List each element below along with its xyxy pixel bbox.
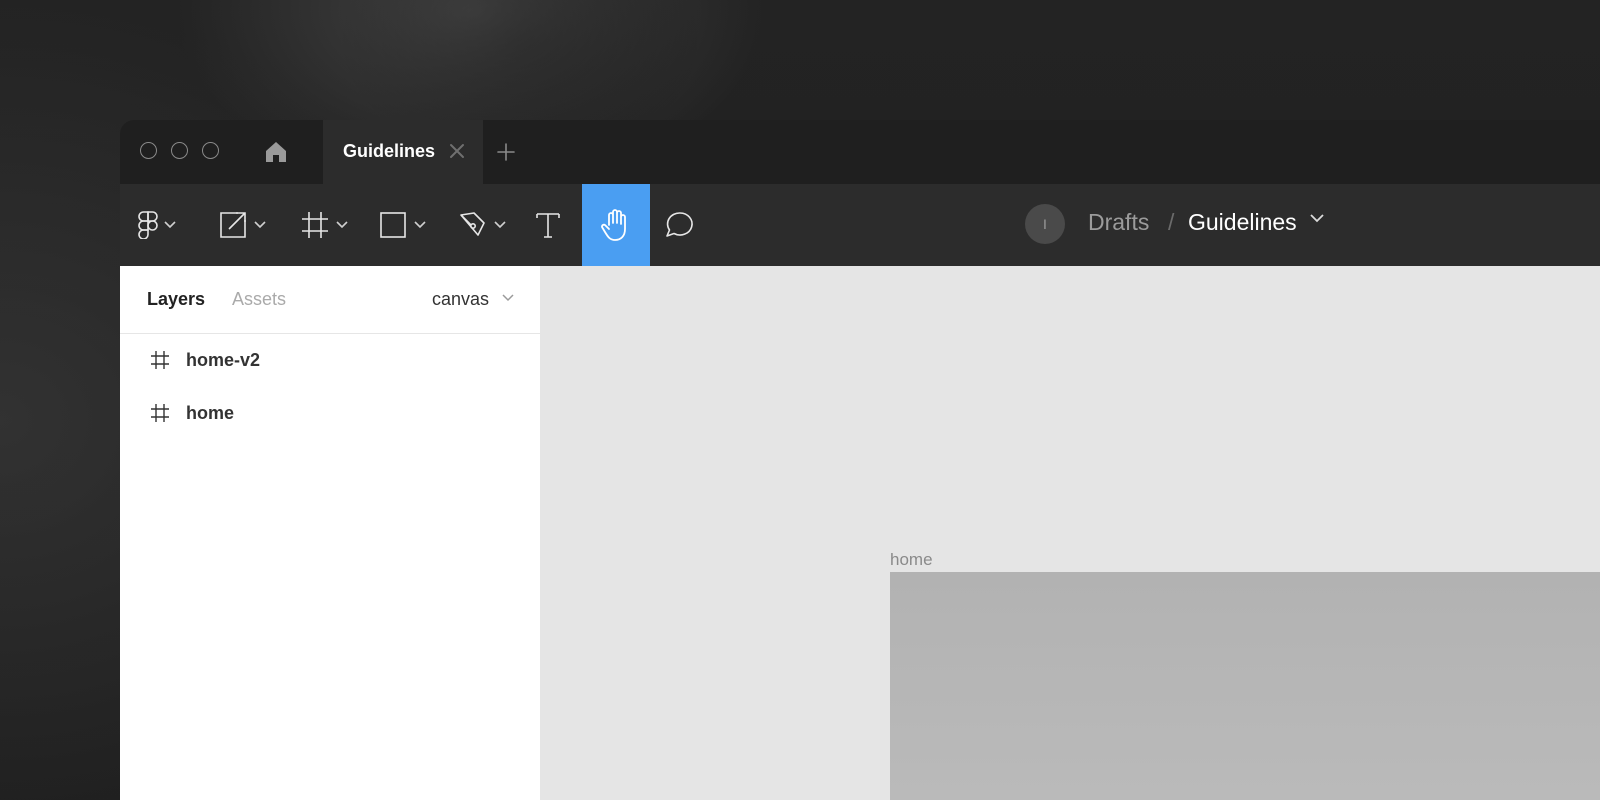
chevron-down-icon[interactable] xyxy=(1310,214,1324,223)
breadcrumb-file-name[interactable]: Guidelines xyxy=(1188,209,1297,236)
comment-tool-button[interactable] xyxy=(664,184,700,266)
rectangle-icon xyxy=(380,212,406,238)
plus-icon[interactable] xyxy=(492,138,520,166)
breadcrumb-separator: / xyxy=(1168,209,1175,235)
chevron-down-icon xyxy=(336,221,348,229)
text-tool-button[interactable] xyxy=(534,184,574,266)
maximize-window-button[interactable] xyxy=(202,142,219,159)
layer-name: home xyxy=(186,403,235,423)
layers-panel: Layers Assets canvas home-v2 home xyxy=(120,266,540,800)
tab-layers[interactable]: Layers xyxy=(147,289,205,310)
page-selector[interactable]: canvas xyxy=(432,289,489,310)
avatar[interactable]: I xyxy=(1025,204,1065,244)
frame-hash-icon xyxy=(302,212,328,238)
design-canvas[interactable]: home xyxy=(540,266,1600,800)
frame-hash-icon xyxy=(151,404,169,422)
layer-item-home[interactable]: home xyxy=(120,391,540,435)
chevron-down-icon[interactable] xyxy=(502,294,514,302)
app-window: Guidelines I Drafts / Guidelines Layers … xyxy=(120,120,1600,800)
frame-tool-button[interactable] xyxy=(300,184,354,266)
title-bar: Guidelines xyxy=(120,120,1600,184)
chevron-down-icon xyxy=(494,221,506,229)
chevron-down-icon xyxy=(414,221,426,229)
pen-icon xyxy=(460,212,485,236)
layer-name: home-v2 xyxy=(186,350,261,370)
minimize-window-button[interactable] xyxy=(171,142,188,159)
frame-home[interactable] xyxy=(890,572,1600,800)
tab-title: Guidelines xyxy=(343,141,436,161)
figma-logo-icon xyxy=(138,211,158,239)
home-icon xyxy=(266,142,286,162)
chevron-down-icon xyxy=(164,221,176,229)
window-controls xyxy=(140,142,219,159)
toolbar: I Drafts / Guidelines xyxy=(120,184,1600,266)
frame-hash-icon xyxy=(151,351,169,369)
breadcrumb-drafts[interactable]: Drafts xyxy=(1088,209,1149,236)
pen-tool-button[interactable] xyxy=(458,184,512,266)
close-window-button[interactable] xyxy=(140,142,157,159)
hand-tool-button[interactable] xyxy=(582,184,650,266)
tab-assets[interactable]: Assets xyxy=(232,289,286,310)
hand-icon xyxy=(601,209,626,241)
comment-icon xyxy=(666,212,693,237)
close-icon[interactable] xyxy=(445,139,469,163)
tab-guidelines[interactable]: Guidelines xyxy=(323,120,483,184)
frame-label[interactable]: home xyxy=(890,550,933,570)
shape-tool-button[interactable] xyxy=(378,184,432,266)
move-tool-button[interactable] xyxy=(218,184,272,266)
main-menu-button[interactable] xyxy=(138,184,188,266)
move-scale-icon xyxy=(220,212,246,238)
panel-header: Layers Assets canvas xyxy=(120,266,540,334)
chevron-down-icon xyxy=(254,221,266,229)
text-icon xyxy=(536,213,560,238)
layer-item-home-v2[interactable]: home-v2 xyxy=(120,338,540,382)
home-button[interactable] xyxy=(260,136,292,168)
